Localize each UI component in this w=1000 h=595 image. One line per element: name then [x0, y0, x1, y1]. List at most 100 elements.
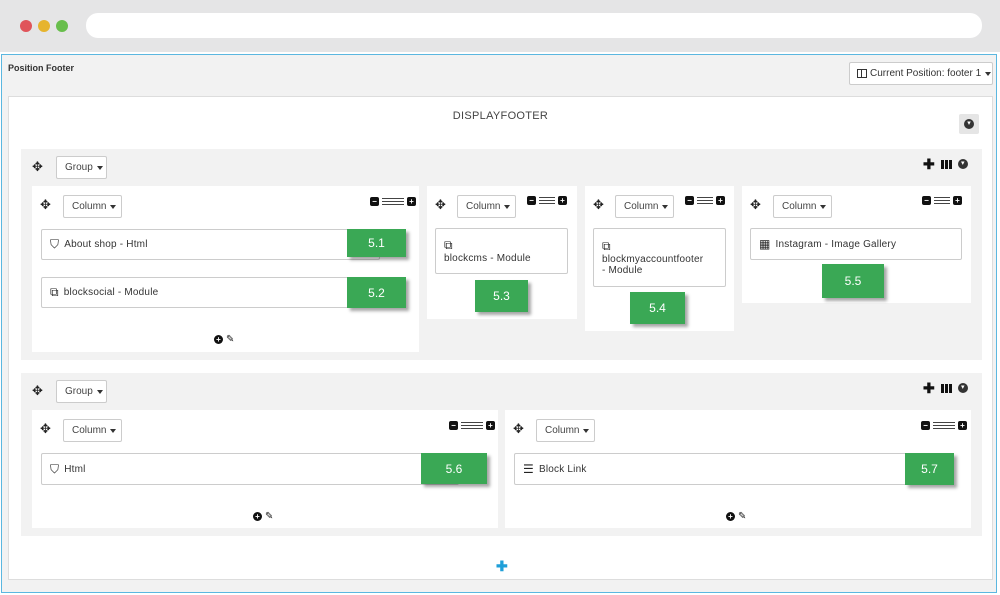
minus-square-icon[interactable]: −	[449, 421, 458, 430]
width-lines-icon[interactable]	[461, 422, 483, 429]
move-column-icon[interactable]: ✥	[40, 422, 51, 435]
column-label: Column	[624, 201, 659, 212]
add-column-icon[interactable]: ✚	[923, 157, 935, 171]
grid-icon[interactable]	[940, 159, 952, 169]
column-label: Column	[545, 425, 580, 436]
move-group-icon[interactable]: ✥	[32, 160, 43, 173]
width-lines-icon[interactable]	[697, 197, 713, 204]
column-dropdown[interactable]: Column	[615, 195, 674, 218]
toggle-hook-button[interactable]: ▾	[959, 114, 979, 134]
pencil-icon[interactable]: ✎	[265, 511, 273, 522]
width-lines-icon[interactable]	[934, 197, 950, 204]
group-dropdown[interactable]: Group	[56, 156, 107, 179]
column-dropdown[interactable]: Column	[63, 195, 122, 218]
hook-title: DISPLAYFOOTER	[452, 110, 549, 122]
group-label: Group	[65, 386, 93, 397]
minus-square-icon[interactable]: −	[685, 196, 694, 205]
plus-square-icon[interactable]: +	[716, 196, 725, 205]
move-column-icon[interactable]: ✥	[750, 198, 761, 211]
module-block-link[interactable]: ☰ Block Link	[514, 453, 932, 485]
column-dropdown[interactable]: Column	[773, 195, 832, 218]
chevron-circle-down-icon[interactable]: ▾	[957, 159, 968, 169]
move-column-icon[interactable]: ✥	[593, 198, 604, 211]
module-label: Html	[64, 463, 86, 475]
width-lines-icon[interactable]	[539, 197, 555, 204]
minus-square-icon[interactable]: −	[370, 197, 379, 206]
maximize-window-dot[interactable]	[56, 20, 68, 32]
move-column-icon[interactable]: ✥	[513, 422, 524, 435]
address-bar[interactable]	[86, 13, 982, 38]
minus-square-icon[interactable]: −	[922, 196, 931, 205]
grid-icon[interactable]	[940, 383, 952, 393]
caret-down-icon	[583, 428, 590, 433]
column-dropdown[interactable]: Column	[457, 195, 516, 218]
plus-square-icon[interactable]: +	[558, 196, 567, 205]
add-module-icon[interactable]: +	[253, 512, 262, 521]
module-label: blockmyaccountfooter	[602, 254, 704, 265]
caret-down-icon	[985, 71, 992, 76]
copy-icon: ⧉	[444, 238, 453, 252]
badge-5-7: 5.7	[905, 453, 954, 485]
caret-down-icon	[504, 204, 511, 209]
column-5: ✥ Column − + ⛉ Html 5.6 + ✎	[32, 410, 498, 528]
badge-5-2: 5.2	[347, 277, 406, 308]
badge-5-4: 5.4	[630, 292, 685, 324]
column-footer-tools: + ✎	[253, 511, 273, 522]
pencil-icon[interactable]: ✎	[226, 334, 234, 345]
panel-title: Position Footer	[8, 63, 74, 73]
module-blockmyaccountfooter[interactable]: ⧉ blockmyaccountfooter - Module	[593, 228, 726, 287]
column-label: Column	[72, 201, 107, 212]
grid-icon: ▦	[759, 237, 771, 251]
group-label: Group	[65, 162, 93, 173]
close-window-dot[interactable]	[20, 20, 32, 32]
chevron-circle-down-icon[interactable]: ▾	[957, 383, 968, 393]
module-instagram[interactable]: ▦ Instagram - Image Gallery	[750, 228, 962, 260]
column-tools: − +	[685, 196, 725, 205]
column-tools: − +	[449, 421, 495, 430]
add-column-icon[interactable]: ✚	[923, 381, 935, 395]
chevron-circle-down-icon: ▾	[964, 119, 974, 129]
move-column-icon[interactable]: ✥	[435, 198, 446, 211]
minus-square-icon[interactable]: −	[527, 196, 536, 205]
module-about-shop[interactable]: ⛉ About shop - Html	[41, 229, 380, 260]
add-group-icon[interactable]: ✚	[496, 558, 508, 575]
badge-5-6: 5.6	[421, 453, 487, 484]
caret-down-icon	[820, 204, 827, 209]
group-dropdown[interactable]: Group	[56, 380, 107, 403]
column-footer-tools: + ✎	[726, 511, 746, 522]
column-3: ✥ Column − + ⧉ blockmyaccountfooter - Modul…	[585, 186, 734, 331]
module-label: blockcms - Module	[444, 253, 531, 264]
position-footer-panel: Position Footer Current Position: footer…	[1, 54, 997, 593]
width-lines-icon[interactable]	[933, 422, 955, 429]
add-module-icon[interactable]: +	[726, 512, 735, 521]
plus-square-icon[interactable]: +	[407, 197, 416, 206]
caret-down-icon	[96, 165, 103, 170]
column-4: ✥ Column − + ▦ Instagram - Image Gallery 5…	[742, 186, 971, 303]
current-position-dropdown[interactable]: Current Position: footer 1	[849, 62, 993, 85]
add-module-icon[interactable]: +	[214, 335, 223, 344]
column-tools: − +	[527, 196, 567, 205]
badge-5-1: 5.1	[347, 229, 406, 257]
module-html[interactable]: ⛉ Html	[41, 453, 459, 485]
module-blockcms[interactable]: ⧉ blockcms - Module	[435, 228, 568, 274]
minus-square-icon[interactable]: −	[921, 421, 930, 430]
plus-square-icon[interactable]: +	[486, 421, 495, 430]
list-icon: ☰	[523, 462, 534, 476]
column-1: ✥ Column − + ⛉ About shop - Html 5.1 ⧉ bloc…	[32, 186, 419, 352]
plus-square-icon[interactable]: +	[953, 196, 962, 205]
column-dropdown[interactable]: Column	[63, 419, 122, 442]
column-dropdown[interactable]: Column	[536, 419, 595, 442]
move-group-icon[interactable]: ✥	[32, 384, 43, 397]
module-label: Block Link	[538, 463, 587, 475]
module-blocksocial[interactable]: ⧉ blocksocial - Module	[41, 277, 380, 308]
width-lines-icon[interactable]	[382, 198, 404, 205]
column-tools: − +	[370, 197, 416, 206]
minimize-window-dot[interactable]	[38, 20, 50, 32]
module-label: About shop - Html	[64, 239, 148, 250]
browser-toolbar	[0, 0, 1000, 52]
column-tools: − +	[921, 421, 967, 430]
column-label: Column	[782, 201, 817, 212]
plus-square-icon[interactable]: +	[958, 421, 967, 430]
move-column-icon[interactable]: ✥	[40, 198, 51, 211]
pencil-icon[interactable]: ✎	[738, 511, 746, 522]
